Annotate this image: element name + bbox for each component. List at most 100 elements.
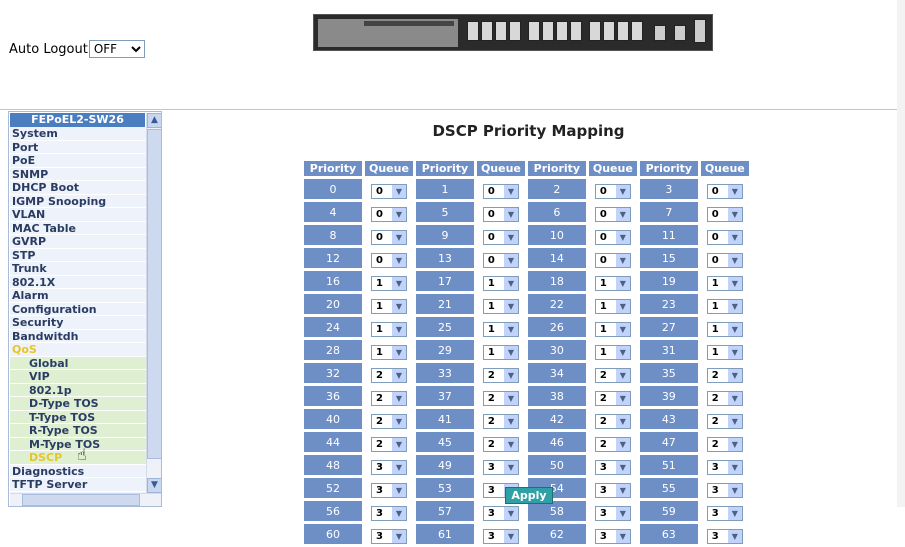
chevron-down-icon[interactable]: ▼ <box>503 185 518 198</box>
queue-select[interactable]: 1 ▼ <box>370 322 407 337</box>
sidebar-item-tftp-server[interactable]: TFTP Server <box>10 478 146 492</box>
queue-select[interactable]: 1 ▼ <box>370 276 407 291</box>
chevron-down-icon[interactable]: ▼ <box>503 530 518 543</box>
queue-select[interactable]: 0 ▼ <box>706 184 743 199</box>
chevron-down-icon[interactable]: ▼ <box>391 507 406 520</box>
chevron-down-icon[interactable]: ▼ <box>727 392 742 405</box>
chevron-down-icon[interactable]: ▼ <box>615 415 630 428</box>
queue-select[interactable]: 2 ▼ <box>594 437 631 452</box>
chevron-down-icon[interactable]: ▼ <box>615 369 630 382</box>
queue-select[interactable]: 1 ▼ <box>482 276 519 291</box>
chevron-down-icon[interactable]: ▼ <box>503 277 518 290</box>
sidebar-item-global[interactable]: Global <box>10 356 146 370</box>
chevron-down-icon[interactable]: ▼ <box>391 277 406 290</box>
queue-select[interactable]: 0 ▼ <box>706 207 743 222</box>
sidebar-item-stp[interactable]: STP <box>10 248 146 262</box>
chevron-down-icon[interactable]: ▼ <box>615 507 630 520</box>
queue-select[interactable]: 0 ▼ <box>482 184 519 199</box>
chevron-down-icon[interactable]: ▼ <box>503 300 518 313</box>
sidebar-item-security[interactable]: Security <box>10 316 146 330</box>
chevron-down-icon[interactable]: ▼ <box>615 438 630 451</box>
sidebar-item-qos[interactable]: QoS <box>10 343 146 357</box>
chevron-down-icon[interactable]: ▼ <box>391 185 406 198</box>
chevron-down-icon[interactable]: ▼ <box>615 392 630 405</box>
queue-select[interactable]: 3▼ <box>594 483 631 498</box>
sidebar-item-vip[interactable]: VIP <box>10 370 146 384</box>
auto-logout-select[interactable]: OFF <box>88 40 145 58</box>
chevron-down-icon[interactable]: ▼ <box>727 484 742 497</box>
queue-select[interactable]: 2 ▼ <box>370 391 407 406</box>
queue-select[interactable]: 1 ▼ <box>706 299 743 314</box>
chevron-down-icon[interactable]: ▼ <box>503 323 518 336</box>
queue-select[interactable]: 0 ▼ <box>706 253 743 268</box>
queue-select[interactable]: 2 ▼ <box>706 414 743 429</box>
chevron-down-icon[interactable]: ▼ <box>615 530 630 543</box>
queue-select[interactable]: 3▼ <box>594 506 631 521</box>
queue-select[interactable]: 1 ▼ <box>482 299 519 314</box>
queue-select[interactable]: 2 ▼ <box>706 391 743 406</box>
chevron-down-icon[interactable]: ▼ <box>615 323 630 336</box>
chevron-down-icon[interactable]: ▼ <box>615 484 630 497</box>
sidebar-vertical-scrollbar[interactable]: ▲ ▼ <box>146 113 161 493</box>
chevron-down-icon[interactable]: ▼ <box>727 323 742 336</box>
sidebar-item-system[interactable]: System <box>10 127 146 141</box>
queue-select[interactable]: 1 ▼ <box>594 299 631 314</box>
queue-select[interactable]: 2 ▼ <box>370 437 407 452</box>
queue-select[interactable]: 2 ▼ <box>370 414 407 429</box>
queue-select[interactable]: 0 ▼ <box>482 230 519 245</box>
sidebar-item-igmp-snooping[interactable]: IGMP Snooping <box>10 194 146 208</box>
queue-select[interactable]: 0 ▼ <box>594 253 631 268</box>
sidebar-item-configuration[interactable]: Configuration <box>10 302 146 316</box>
queue-select[interactable]: 0 ▼ <box>482 253 519 268</box>
scroll-down-icon[interactable]: ▼ <box>147 478 161 493</box>
queue-select[interactable]: 1 ▼ <box>482 322 519 337</box>
chevron-down-icon[interactable]: ▼ <box>615 277 630 290</box>
queue-select[interactable]: 3▼ <box>370 506 407 521</box>
queue-select[interactable]: 3▼ <box>482 529 519 544</box>
chevron-down-icon[interactable]: ▼ <box>503 208 518 221</box>
queue-select[interactable]: 2 ▼ <box>482 414 519 429</box>
chevron-down-icon[interactable]: ▼ <box>503 438 518 451</box>
chevron-down-icon[interactable]: ▼ <box>727 461 742 474</box>
queue-select[interactable]: 0 ▼ <box>370 230 407 245</box>
chevron-down-icon[interactable]: ▼ <box>503 369 518 382</box>
chevron-down-icon[interactable]: ▼ <box>615 254 630 267</box>
queue-select[interactable]: 2 ▼ <box>482 391 519 406</box>
queue-select[interactable]: 3▼ <box>370 483 407 498</box>
chevron-down-icon[interactable]: ▼ <box>727 185 742 198</box>
chevron-down-icon[interactable]: ▼ <box>615 208 630 221</box>
sidebar-horizontal-scrollbar[interactable] <box>10 493 161 506</box>
queue-select[interactable]: 3▼ <box>706 506 743 521</box>
chevron-down-icon[interactable]: ▼ <box>727 415 742 428</box>
chevron-down-icon[interactable]: ▼ <box>727 438 742 451</box>
sidebar-item-dhcp-boot[interactable]: DHCP Boot <box>10 181 146 195</box>
sidebar-item-diagnostics[interactable]: Diagnostics <box>10 464 146 478</box>
sidebar-item-poe[interactable]: PoE <box>10 154 146 168</box>
queue-select[interactable]: 2 ▼ <box>594 391 631 406</box>
queue-select[interactable]: 0 ▼ <box>706 230 743 245</box>
queue-select[interactable]: 0 ▼ <box>370 184 407 199</box>
queue-select[interactable]: 1 ▼ <box>706 322 743 337</box>
chevron-down-icon[interactable]: ▼ <box>503 507 518 520</box>
queue-select[interactable]: 3▼ <box>706 483 743 498</box>
chevron-down-icon[interactable]: ▼ <box>391 231 406 244</box>
queue-select[interactable]: 1 ▼ <box>706 276 743 291</box>
queue-select[interactable]: 2 ▼ <box>706 437 743 452</box>
chevron-down-icon[interactable]: ▼ <box>727 369 742 382</box>
page-scrollbar[interactable] <box>897 0 905 507</box>
queue-select[interactable]: 0 ▼ <box>594 230 631 245</box>
queue-select[interactable]: 3▼ <box>594 529 631 544</box>
scroll-thumb[interactable] <box>22 494 140 506</box>
chevron-down-icon[interactable]: ▼ <box>727 231 742 244</box>
chevron-down-icon[interactable]: ▼ <box>391 208 406 221</box>
queue-select[interactable]: 3▼ <box>482 506 519 521</box>
queue-select[interactable]: 0 ▼ <box>594 207 631 222</box>
chevron-down-icon[interactable]: ▼ <box>503 231 518 244</box>
queue-select[interactable]: 1 ▼ <box>594 322 631 337</box>
sidebar-item-mac-table[interactable]: MAC Table <box>10 221 146 235</box>
chevron-down-icon[interactable]: ▼ <box>503 346 518 359</box>
chevron-down-icon[interactable]: ▼ <box>615 231 630 244</box>
chevron-down-icon[interactable]: ▼ <box>727 208 742 221</box>
chevron-down-icon[interactable]: ▼ <box>727 277 742 290</box>
queue-select[interactable]: 3▼ <box>706 529 743 544</box>
